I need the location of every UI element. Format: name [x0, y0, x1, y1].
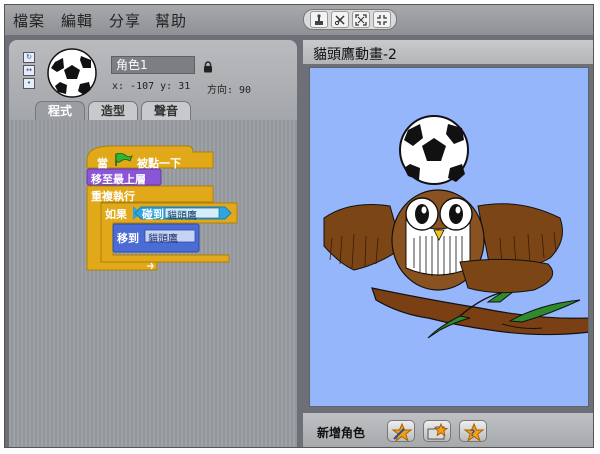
tab-sounds[interactable]: 聲音: [141, 101, 191, 120]
no-rotate-icon[interactable]: •: [23, 78, 35, 89]
stage[interactable]: [309, 67, 589, 407]
soccer-ball: [399, 115, 469, 185]
forever-label: 重複執行: [91, 190, 135, 203]
svg-text:?: ?: [470, 429, 475, 439]
sprite-info-panel: ↻ ↔ • 角色1 x: -107 y: 31 方向: 90 程式 造型 聲音: [9, 40, 297, 120]
sprite-direction: 方向: 90: [207, 85, 252, 96]
touching-target-value: 貓頭鷹: [167, 211, 197, 222]
green-flag-icon: [113, 152, 133, 171]
surprise-star-icon: ?: [463, 422, 485, 442]
scratch-window: 檔案 編輯 分享 幫助 ↻ ↔ • 角色1 x: -107 y: 31 方向: …: [4, 4, 594, 448]
goto-label: 移到: [117, 232, 139, 245]
menu-help[interactable]: 幫助: [155, 10, 187, 31]
stage-header: 貓頭鷹動畫-2: [303, 40, 593, 64]
left-right-flip-icon[interactable]: ↔: [23, 65, 35, 76]
hat-text-when: 當: [97, 157, 108, 170]
touching-label: 碰到: [142, 208, 164, 221]
choose-sprite-file-button[interactable]: [423, 420, 451, 442]
stamp-icon[interactable]: [309, 11, 328, 28]
paint-new-sprite-button[interactable]: [387, 420, 415, 442]
sprite-tools: [303, 9, 397, 30]
sprite-name-field[interactable]: 角色1: [111, 56, 195, 74]
menu-share[interactable]: 分享: [109, 10, 141, 31]
owl-left-wing: [323, 204, 403, 271]
tree-branch: [371, 287, 588, 336]
rotate-all-around-icon[interactable]: ↻: [23, 52, 35, 63]
scripts-area[interactable]: 當 被點一下 移至最上層 重複執行 如果 碰到 貓頭鷹 移到 貓頭鷹: [9, 120, 297, 447]
lock-icon[interactable]: [203, 58, 213, 77]
menu-file[interactable]: 檔案: [13, 10, 45, 31]
scissors-icon[interactable]: [330, 11, 349, 28]
new-sprite-bar: 新增角色 ?: [303, 413, 593, 447]
random-sprite-button[interactable]: ?: [459, 420, 487, 442]
sprite-coordinates: x: -107 y: 31: [112, 81, 191, 92]
rotation-style-buttons: ↻ ↔ •: [23, 52, 35, 91]
menu-edit[interactable]: 編輯: [61, 10, 93, 31]
new-sprite-label: 新增角色: [317, 426, 366, 440]
hat-text-clicked: 被點一下: [137, 157, 181, 170]
menu-bar: 檔案 編輯 分享 幫助: [5, 5, 593, 35]
folder-star-icon: [427, 422, 449, 440]
paint-star-icon: [391, 422, 413, 442]
project-title: 貓頭鷹動畫-2: [313, 47, 397, 63]
tab-scripts[interactable]: 程式: [35, 101, 85, 120]
grow-icon[interactable]: [351, 11, 370, 28]
stage-scene: [323, 115, 588, 339]
window-frame: 檔案 編輯 分享 幫助 ↻ ↔ • 角色1 x: -107 y: 31 方向: …: [0, 0, 600, 454]
sprite-thumbnail: [47, 48, 97, 98]
shrink-icon[interactable]: [372, 11, 391, 28]
tab-costumes[interactable]: 造型: [88, 101, 138, 120]
goto-target-value: 貓頭鷹: [148, 234, 178, 245]
go-front-label: 移至最上層: [91, 173, 146, 186]
if-label: 如果: [105, 208, 127, 221]
